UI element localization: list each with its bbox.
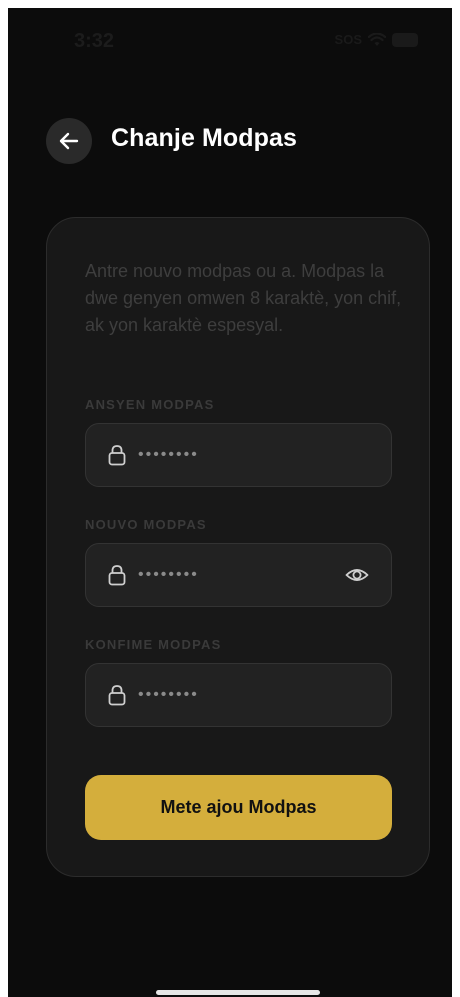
new-password-value: •••••••• bbox=[138, 566, 199, 583]
lock-icon bbox=[108, 565, 126, 586]
arrow-left-icon bbox=[59, 132, 79, 150]
confirm-password-value: •••••••• bbox=[138, 686, 199, 703]
page-title: Chanje Modpas bbox=[111, 124, 298, 152]
carrier-label: SOS bbox=[334, 32, 362, 47]
home-indicator bbox=[156, 990, 320, 995]
wifi-icon bbox=[368, 32, 386, 46]
confirm-password-label: KONFIME MODPAS bbox=[85, 637, 222, 652]
instructions-text: Antre nouvo modpas ou a. Modpas la dwe g… bbox=[85, 261, 402, 335]
screen: 3:32 SOS Chanje Modpas Antre nouvo modpa… bbox=[8, 8, 452, 997]
status-indicators: SOS bbox=[335, 32, 418, 47]
confirm-password-field[interactable]: •••••••• bbox=[85, 663, 392, 727]
new-password-field[interactable]: •••••••• bbox=[85, 543, 392, 607]
battery-icon bbox=[392, 32, 418, 47]
change-password-card: Antre nouvo modpas ou a. Modpas la dwe g… bbox=[46, 217, 430, 877]
old-password-label: ANSYEN MODPAS bbox=[85, 397, 215, 412]
back-button[interactable] bbox=[46, 118, 92, 164]
update-password-button[interactable]: Mete ajou Modpas bbox=[85, 775, 392, 840]
new-password-label: NOUVO MODPAS bbox=[85, 517, 207, 532]
status-bar: 3:32 SOS bbox=[8, 8, 452, 78]
lock-icon bbox=[108, 445, 126, 466]
eye-icon[interactable] bbox=[345, 565, 369, 585]
old-password-value: •••••••• bbox=[138, 446, 199, 463]
lock-icon bbox=[108, 685, 126, 706]
status-time: 3:32 bbox=[74, 30, 115, 52]
old-password-field[interactable]: •••••••• bbox=[85, 423, 392, 487]
